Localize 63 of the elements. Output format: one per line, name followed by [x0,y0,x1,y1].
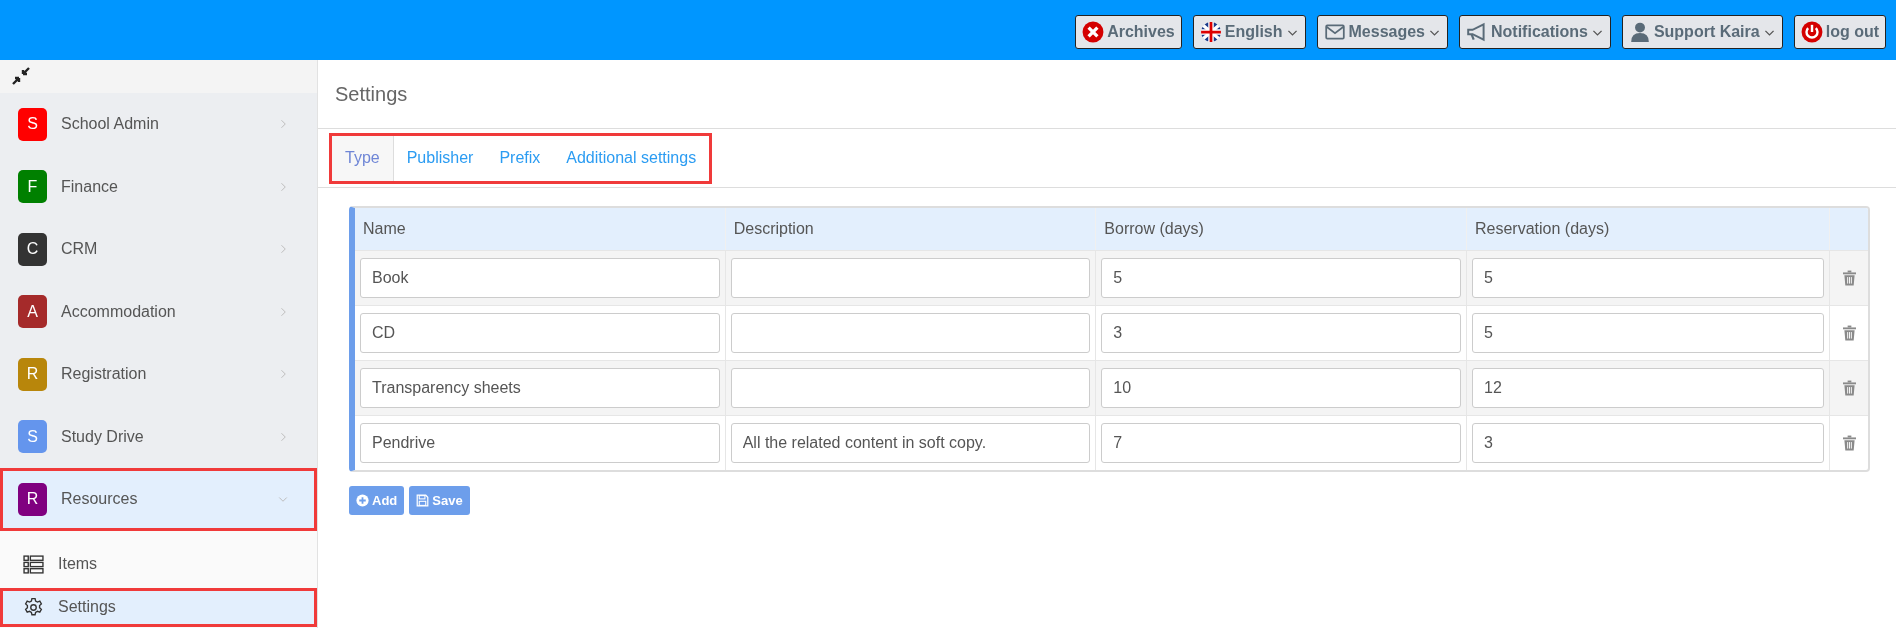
toolbar-button[interactable]: Messages [1316,15,1448,49]
close-icon [1082,21,1105,43]
input-field[interactable]: 5 [1472,258,1825,298]
sidebar-item[interactable]: A Accommodation [0,280,317,343]
input-field[interactable]: 3 [1472,423,1825,463]
sidebar-item-label: Resources [61,490,139,509]
sidebar-item[interactable]: S School Admin [0,93,317,156]
column-header: Borrow (days) [1096,208,1467,250]
list-icon [23,553,44,575]
letter-badge: S [18,420,47,454]
toolbar-button[interactable]: log out [1793,15,1886,49]
megaphone-icon [1466,21,1488,43]
letter-badge: S [18,107,47,141]
sidebar-item-label: School Admin [61,115,160,134]
submenu-item[interactable]: Items [0,544,317,584]
letter-badge: A [18,295,47,329]
sidebar-item-label: Registration [61,365,148,384]
sidebar-item[interactable]: S Study Drive [0,405,317,468]
flag-icon [1199,21,1222,43]
input-field[interactable]: 5 [1101,258,1461,298]
input-field[interactable] [730,368,1091,408]
input-field[interactable]: Pendrive [360,423,720,463]
input-field[interactable]: CD [360,313,720,353]
input-field[interactable]: Book [360,258,720,298]
collapse-icon[interactable] [11,66,31,86]
page-title: Settings [335,82,408,106]
input-field[interactable]: 3 [1101,313,1461,353]
input-field[interactable]: 12 [1472,368,1825,408]
sidebar-item[interactable]: R Resources [0,468,317,531]
letter-badge: F [18,170,47,204]
column-header: Description [725,208,1097,250]
sidebar-item[interactable]: F Finance [0,155,317,218]
toolbar-button[interactable]: Support Kaira [1621,15,1783,49]
trash-icon[interactable] [1842,325,1856,341]
trash-icon[interactable] [1842,270,1856,286]
user-icon [1628,21,1651,43]
letter-badge: R [18,482,47,516]
letter-badge: C [18,232,47,266]
input-field[interactable]: 5 [1472,313,1825,353]
plus-circle-icon [356,494,369,507]
input-field[interactable]: 10 [1101,368,1461,408]
gear-icon [23,596,44,618]
sidebar-item-label: Accommodation [61,302,177,321]
toolbar-button[interactable]: English [1192,15,1306,49]
column-header: Reservation (days) [1467,208,1831,250]
letter-badge: R [18,357,47,391]
toolbar-button[interactable]: Notifications [1459,15,1611,49]
submenu-item[interactable]: Settings [0,587,317,627]
input-field[interactable]: Transparency sheets [360,368,720,408]
sidebar-item[interactable]: R Registration [0,343,317,406]
sidebar-item[interactable]: C CRM [0,218,317,281]
input-field[interactable]: All the related content in soft copy. [730,423,1091,463]
input-field[interactable] [730,313,1091,353]
sidebar-item-label: CRM [61,240,99,259]
sidebar-item-label: Finance [61,177,119,196]
sidebar-item-label: Study Drive [61,427,145,446]
toolbar-button[interactable]: Archives [1075,15,1182,49]
power-icon [1800,21,1823,43]
input-field[interactable] [730,258,1091,298]
column-header: Name [355,208,726,250]
trash-icon[interactable] [1842,435,1856,451]
input-field[interactable]: 7 [1101,423,1461,463]
trash-icon[interactable] [1842,380,1856,396]
